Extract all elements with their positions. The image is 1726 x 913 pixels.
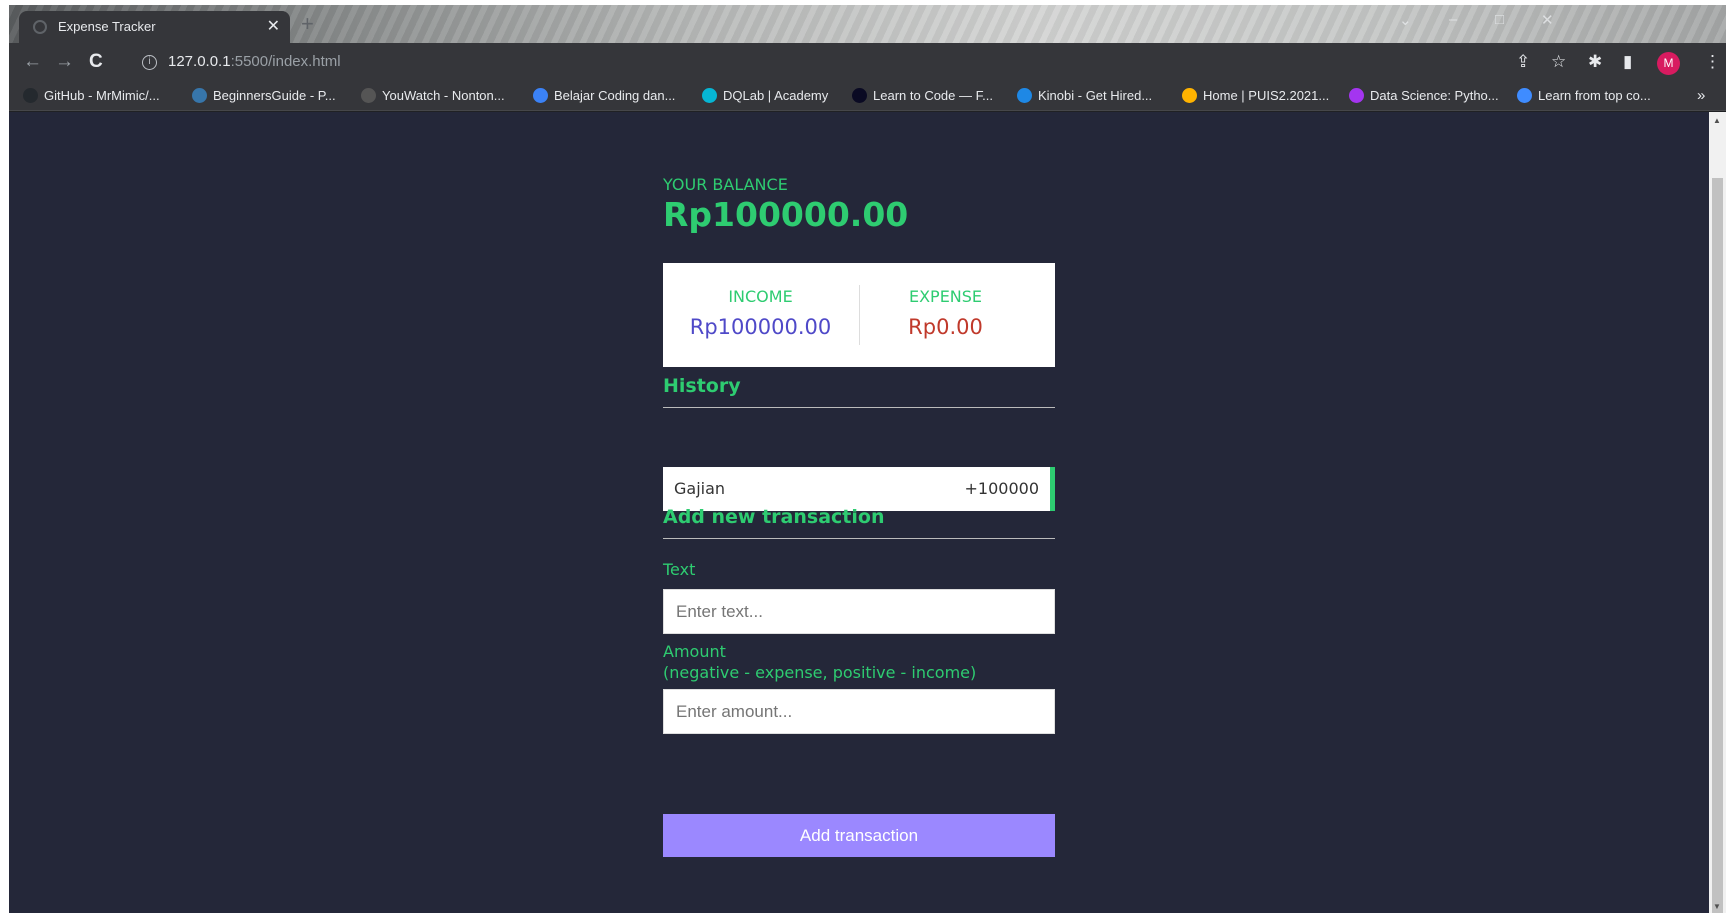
- browser-tab[interactable]: Expense Tracker ✕: [19, 11, 290, 43]
- bookmark-label: Kinobi - Get Hired...: [1038, 88, 1153, 103]
- income-column: INCOME Rp100000.00: [673, 263, 848, 367]
- income-expense-card: INCOME Rp100000.00 EXPENSE Rp0.00: [663, 263, 1055, 367]
- add-transaction-divider: [663, 538, 1055, 539]
- amount-label-line2: (negative - expense, positive - income): [663, 663, 977, 682]
- bookmarks-bar: GitHub - MrMimic/... BeginnersGuide - P.…: [9, 83, 1726, 111]
- dqlab-icon: [702, 88, 717, 103]
- back-icon[interactable]: ←: [23, 51, 42, 73]
- bookmark-item[interactable]: BeginnersGuide - P...: [192, 88, 336, 103]
- bookmark-item[interactable]: GitHub - MrMimic/...: [23, 88, 160, 103]
- bookmark-item[interactable]: Data Science: Pytho...: [1349, 88, 1499, 103]
- profile-avatar[interactable]: M: [1657, 52, 1680, 75]
- freecodecamp-icon: [852, 88, 867, 103]
- extensions-icon[interactable]: ✱: [1588, 52, 1602, 72]
- balance-label: YOUR BALANCE: [663, 175, 788, 194]
- kinobi-icon: [1017, 88, 1032, 103]
- tab-favicon-icon: [33, 20, 47, 34]
- tab-search-icon[interactable]: ⌄: [1399, 11, 1412, 29]
- bookmarks-overflow-icon[interactable]: »: [1697, 87, 1705, 104]
- menu-kebab-icon[interactable]: ⋮: [1704, 52, 1721, 72]
- transaction-text: Gajian: [674, 479, 726, 498]
- scroll-up-icon[interactable]: ▲: [1713, 116, 1721, 125]
- income-label: INCOME: [728, 287, 793, 306]
- puis-icon: [1182, 88, 1197, 103]
- bookmark-label: GitHub - MrMimic/...: [44, 88, 160, 103]
- browser-toolbar: ← → C i 127.0.0.1:5500/index.html ⇪ ☆ ✱ …: [9, 43, 1726, 83]
- github-icon: [23, 88, 38, 103]
- bookmark-item[interactable]: Learn to Code — F...: [852, 88, 993, 103]
- add-transaction-button[interactable]: Add transaction: [663, 814, 1055, 857]
- list-item[interactable]: Gajian +100000: [663, 467, 1055, 511]
- bookmark-item[interactable]: DQLab | Academy: [702, 88, 828, 103]
- bookmark-item[interactable]: Kinobi - Get Hired...: [1017, 88, 1152, 103]
- bookmark-item[interactable]: Learn from top co...: [1517, 88, 1651, 103]
- text-input[interactable]: [663, 589, 1055, 634]
- expense-label: EXPENSE: [908, 287, 983, 306]
- scroll-thumb[interactable]: [1712, 178, 1723, 913]
- text-label: Text: [663, 560, 696, 579]
- forward-icon[interactable]: →: [55, 51, 74, 73]
- gem-icon: [1517, 88, 1532, 103]
- new-tab-icon[interactable]: +: [301, 11, 314, 37]
- vertical-scrollbar[interactable]: ▲ ▼: [1709, 112, 1726, 913]
- bookmark-label: BeginnersGuide - P...: [213, 88, 336, 103]
- reload-icon[interactable]: C: [89, 51, 103, 73]
- site-info-icon[interactable]: i: [142, 55, 157, 70]
- bookmark-label: Learn to Code — F...: [873, 88, 993, 103]
- browser-window: Expense Tracker ✕ + ⌄ – □ ✕ ← → C i 127.…: [9, 5, 1726, 913]
- amount-label-line1: Amount: [663, 642, 726, 661]
- transaction-amount: +100000: [964, 479, 1039, 498]
- title-bar: Expense Tracker ✕ + ⌄ – □ ✕: [9, 5, 1726, 43]
- window-close-icon[interactable]: ✕: [1541, 11, 1554, 29]
- page-content: YOUR BALANCE Rp100000.00 INCOME Rp100000…: [9, 112, 1709, 913]
- income-value: Rp100000.00: [689, 315, 832, 339]
- tab-title: Expense Tracker: [58, 19, 156, 34]
- bookmark-label: Home | PUIS2.2021...: [1203, 88, 1330, 103]
- amount-label: Amount (negative - expense, positive - i…: [663, 641, 976, 683]
- bookmark-label: Learn from top co...: [1538, 88, 1651, 103]
- bookmark-item[interactable]: Belajar Coding dan...: [533, 88, 675, 103]
- history-divider: [663, 407, 1055, 408]
- expense-value: Rp0.00: [908, 315, 983, 339]
- side-panel-icon[interactable]: ▮: [1623, 52, 1632, 72]
- balance-value: Rp100000.00: [663, 195, 909, 234]
- scroll-down-icon[interactable]: ▼: [1713, 902, 1721, 911]
- share-icon[interactable]: ⇪: [1516, 52, 1530, 72]
- youwatch-icon: [361, 88, 376, 103]
- bookmark-label: Belajar Coding dan...: [554, 88, 676, 103]
- bookmark-label: DQLab | Academy: [723, 88, 829, 103]
- add-transaction-title: Add new transaction: [663, 506, 885, 528]
- python-icon: [192, 88, 207, 103]
- address-bar[interactable]: 127.0.0.1:5500/index.html: [168, 53, 341, 70]
- bookmark-item[interactable]: Home | PUIS2.2021...: [1182, 88, 1329, 103]
- expense-column: EXPENSE Rp0.00: [858, 263, 1033, 367]
- bookmark-label: Data Science: Pytho...: [1370, 88, 1499, 103]
- url-path: :5500/index.html: [230, 53, 341, 70]
- star-icon[interactable]: ☆: [1551, 52, 1566, 72]
- minimize-icon[interactable]: –: [1449, 11, 1457, 28]
- bookmark-item[interactable]: YouWatch - Nonton...: [361, 88, 505, 103]
- url-host: 127.0.0.1: [168, 53, 231, 70]
- dicoding-icon: [533, 88, 548, 103]
- amount-input[interactable]: [663, 689, 1055, 734]
- udemy-icon: [1349, 88, 1364, 103]
- maximize-icon[interactable]: □: [1495, 11, 1504, 28]
- close-tab-icon[interactable]: ✕: [267, 16, 280, 36]
- history-title: History: [663, 375, 741, 397]
- bookmark-label: YouWatch - Nonton...: [382, 88, 505, 103]
